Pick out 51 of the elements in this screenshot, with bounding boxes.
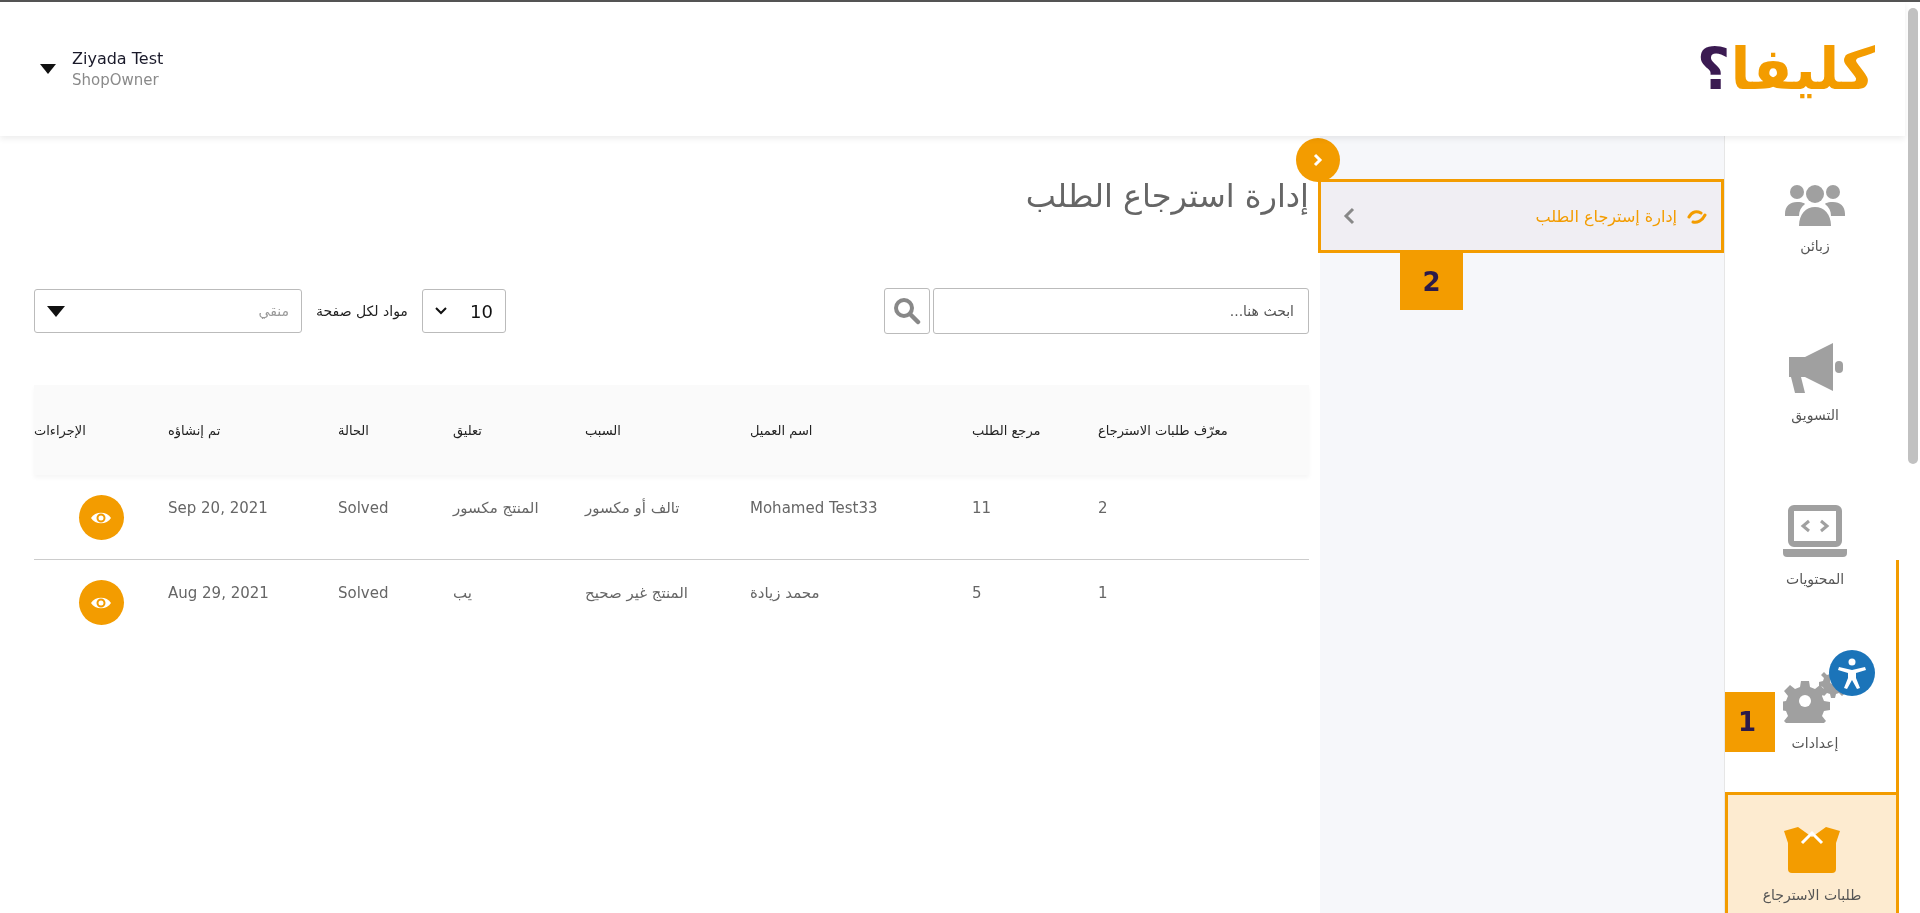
column-header[interactable]: الحالة (338, 422, 369, 438)
table-cell-text: 2 (1098, 498, 1108, 519)
logo[interactable]: كليفا؟ (1696, 40, 1875, 98)
column-header[interactable]: تعليق (453, 422, 482, 438)
step-badge: 2 (1400, 253, 1463, 310)
table-cell-text: Aug 29, 2021 (168, 583, 269, 604)
page-title: إدارة استرجاع الطلب (1025, 176, 1309, 217)
table-cell-text: يب (453, 583, 472, 604)
column-header[interactable]: تم إنشاؤه (168, 422, 221, 438)
column-header[interactable]: مرجع الطلب (972, 422, 1041, 438)
per-page-dropdown[interactable]: 10 (421, 289, 506, 333)
chevron-icon (1343, 207, 1355, 225)
view-button[interactable] (78, 495, 124, 540)
column-header[interactable]: الإجراءات (34, 422, 86, 438)
sidebar-item[interactable]: المحتويات (1773, 464, 1857, 628)
chevron-icon (1313, 153, 1323, 167)
laptop-icon (1783, 505, 1847, 559)
column-header[interactable]: معرّف طلبات الاسترجاع (1098, 422, 1228, 438)
table-cell-text: 5 (972, 583, 982, 604)
table-cell-text: المنتج مكسور (453, 498, 539, 519)
scrollbar-thumb[interactable] (1907, 8, 1918, 464)
eye-icon (90, 510, 112, 525)
chevron-down-icon (434, 307, 447, 315)
caret-icon (47, 305, 65, 317)
search-field[interactable]: ابحث هنا... (933, 288, 1309, 334)
sidebar-item[interactable]: طلبات الاسترجاع (1725, 792, 1899, 913)
column-header[interactable]: السبب (585, 422, 621, 438)
per-page-label: مواد لكل صفحة (316, 303, 408, 319)
table-cell-text: Mohamed Test33 (750, 498, 878, 519)
sidebar-item[interactable]: زبائن (1773, 136, 1857, 300)
search-button[interactable] (884, 288, 930, 334)
table-cell-text: Sep 20, 2021 (168, 498, 268, 519)
link-icon (1687, 208, 1707, 224)
table-cell-text: 11 (972, 498, 992, 519)
table-cell-text: 1 (1098, 583, 1108, 604)
users-icon (1783, 182, 1847, 226)
user-role: ShopOwner (72, 71, 160, 89)
caret-icon[interactable] (40, 64, 56, 74)
sidebar-item[interactable]: التسويق (1773, 300, 1857, 464)
table-cell-text: Solved (338, 583, 389, 604)
column-header[interactable]: اسم العميل (750, 422, 813, 438)
search-icon (893, 297, 921, 325)
accessibility-button[interactable] (1829, 650, 1875, 696)
table-cell-text: محمد زيادة (750, 583, 820, 604)
view-button[interactable] (78, 580, 124, 625)
step-badge: 1 (1725, 692, 1775, 752)
eye-icon (90, 595, 112, 610)
table-cell: تالف أو مكسور (585, 497, 680, 519)
table-cell-text: المنتج غير صحيح (585, 583, 688, 604)
table-cell-text: Solved (338, 498, 389, 519)
user-name[interactable]: Ziyada Test (72, 49, 164, 68)
